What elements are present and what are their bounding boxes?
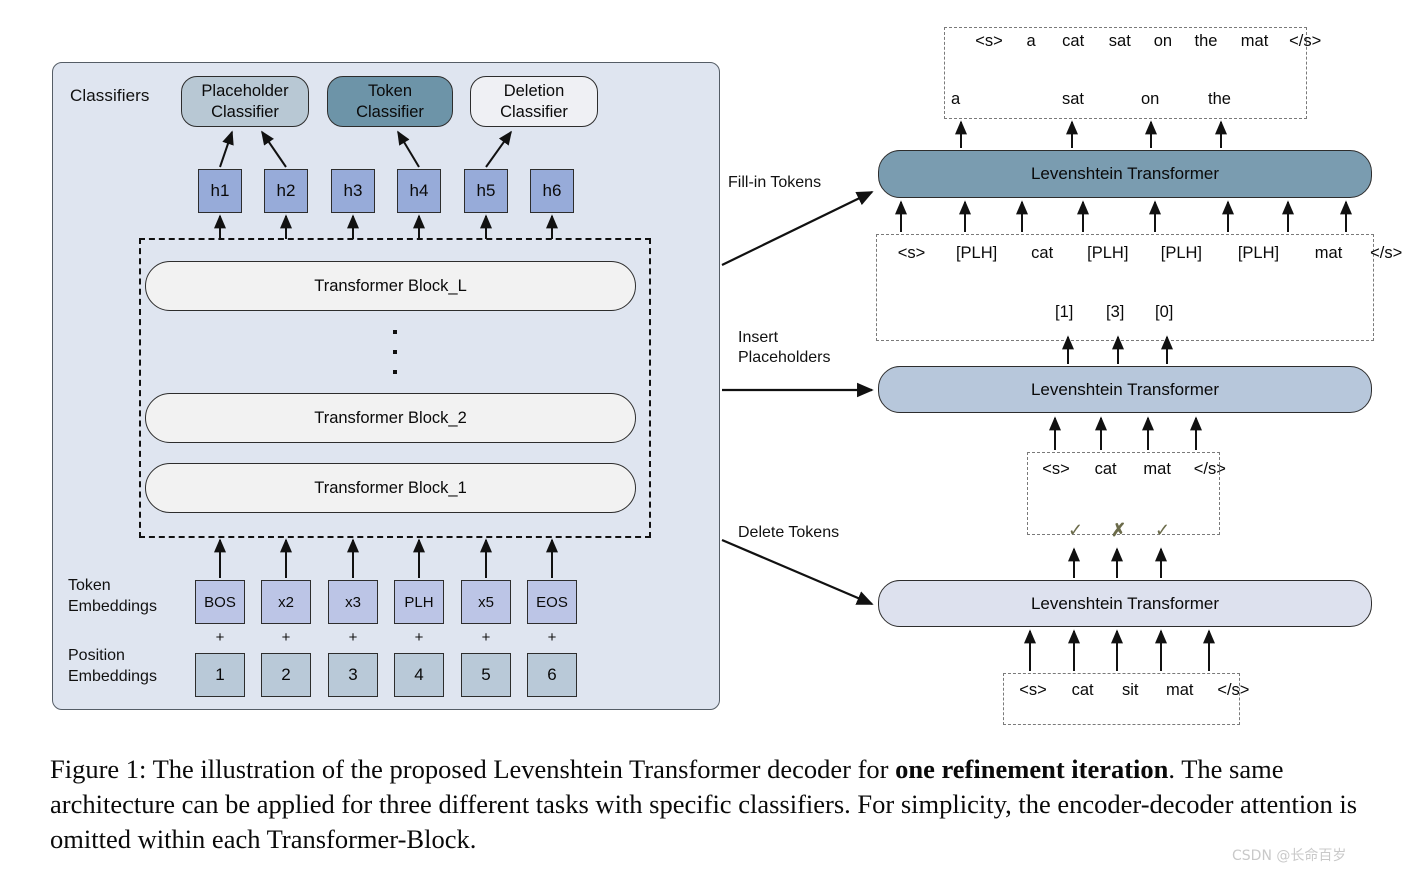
token-classifier-box[interactable]: Token Classifier	[327, 76, 453, 127]
csdn-watermark: CSDN @长命百岁	[1232, 848, 1347, 864]
caption-bold-phrase: one refinement iteration	[895, 754, 1169, 784]
token-embeddings-label: Token Embeddings	[68, 576, 193, 618]
position-embedding-4[interactable]: 5	[461, 653, 511, 697]
placeholder-classifier-line2: Classifier	[211, 102, 279, 121]
out-tok-0: <s>	[975, 32, 1003, 50]
source-input-sequence: <s> cat sit mat </s>	[1010, 681, 1258, 700]
insert-placeholders-label-line2: Placeholders	[738, 349, 831, 367]
deletion-decision-1: ✗	[1111, 520, 1127, 540]
position-embedding-5[interactable]: 6	[527, 653, 577, 697]
caption-prefix: Figure 1:	[50, 754, 147, 784]
out-tok-7: </s>	[1289, 32, 1322, 50]
deletion-classifier-box[interactable]: Deletion Classifier	[470, 76, 598, 127]
src-tok-1: cat	[1071, 681, 1094, 699]
token-embedding-1[interactable]: x2	[261, 580, 311, 624]
plh-tok-3: [PLH]	[1087, 244, 1129, 262]
src-tok-4: </s>	[1217, 681, 1250, 699]
classifiers-label: Classifiers	[70, 86, 150, 105]
token-embeddings-label-line1: Token	[68, 577, 111, 594]
final-output-sequence: <s> a cat sat on the mat </s>	[968, 32, 1328, 51]
ins-tok-0: <s>	[1042, 460, 1070, 478]
plus-sign-3: +	[414, 629, 424, 646]
token-embedding-4[interactable]: x5	[461, 580, 511, 624]
figure-canvas: Classifiers Placeholder Classifier Token…	[0, 0, 1409, 874]
token-embedding-0[interactable]: BOS	[195, 580, 245, 624]
transformer-block-2[interactable]: Transformer Block_2	[145, 393, 636, 443]
plus-sign-4: +	[481, 629, 491, 646]
src-tok-3: mat	[1166, 681, 1194, 699]
hidden-state-h2[interactable]: h2	[264, 169, 308, 213]
placeholder-count-0: [1]	[1055, 303, 1074, 321]
hidden-state-h5[interactable]: h5	[464, 169, 508, 213]
position-embeddings-label: Position Embeddings	[68, 646, 193, 688]
token-embedding-3[interactable]: PLH	[394, 580, 444, 624]
deletion-decision-2: ✓	[1155, 520, 1171, 540]
predicted-token-3: the	[1208, 90, 1231, 108]
out-tok-3: sat	[1108, 32, 1131, 50]
token-embedding-5[interactable]: EOS	[527, 580, 577, 624]
plh-tok-4: [PLH]	[1160, 244, 1203, 262]
position-embedding-0[interactable]: 1	[195, 653, 245, 697]
plus-sign-2: +	[348, 629, 358, 646]
levenshtein-transformer-insert[interactable]: Levenshtein Transformer	[878, 366, 1372, 413]
placeholder-classifier-box[interactable]: Placeholder Classifier	[181, 76, 309, 127]
deletion-classifier-line2: Classifier	[500, 102, 568, 121]
caption-part1: The illustration of the proposed Levensh…	[146, 754, 896, 784]
hidden-state-h3[interactable]: h3	[331, 169, 375, 213]
ins-tok-2: mat	[1143, 460, 1171, 478]
plh-input-sequence: <s> [PLH] cat [PLH] [PLH] [PLH] mat </s>	[884, 244, 1409, 263]
plus-sign-0: +	[215, 629, 225, 646]
transformer-block-1[interactable]: Transformer Block_1	[145, 463, 636, 513]
deletion-classifier-line1: Deletion	[503, 81, 565, 100]
plh-tok-0: <s>	[897, 244, 926, 262]
transformer-block-L[interactable]: Transformer Block_L	[145, 261, 636, 311]
position-embeddings-label-line1: Position	[68, 647, 125, 664]
position-embedding-2[interactable]: 3	[328, 653, 378, 697]
out-tok-4: on	[1153, 32, 1173, 50]
plh-tok-1: [PLH]	[955, 244, 998, 262]
out-tok-2: cat	[1062, 32, 1085, 50]
plh-tok-7: </s>	[1370, 244, 1403, 262]
predicted-token-0: a	[951, 90, 961, 108]
src-tok-2: sit	[1121, 681, 1139, 699]
token-embedding-2[interactable]: x3	[328, 580, 378, 624]
deletion-decision-0: ✓	[1068, 520, 1084, 540]
predicted-token-2: on	[1141, 90, 1160, 108]
plh-tok-6: mat	[1314, 244, 1343, 262]
predicted-token-1: sat	[1062, 90, 1085, 108]
figure-caption: Figure 1: The illustration of the propos…	[50, 752, 1380, 857]
plus-sign-1: +	[281, 629, 291, 646]
hidden-state-h6[interactable]: h6	[530, 169, 574, 213]
insert-placeholders-label: Insert Placeholders	[738, 328, 858, 369]
insert-placeholders-label-line1: Insert	[738, 329, 779, 346]
insert-input-sequence: <s> cat mat </s>	[1034, 460, 1234, 479]
token-embeddings-label-line2: Embeddings	[68, 597, 157, 615]
out-tok-1: a	[1026, 32, 1036, 50]
plus-sign-5: +	[547, 629, 557, 646]
placeholder-count-1: [3]	[1106, 303, 1125, 321]
hidden-state-h1[interactable]: h1	[198, 169, 242, 213]
placeholder-classifier-line1: Placeholder	[201, 81, 289, 100]
placeholder-count-2: [0]	[1155, 303, 1174, 321]
ins-tok-3: </s>	[1193, 460, 1226, 478]
token-classifier-line2: Classifier	[356, 102, 424, 121]
position-embeddings-label-line2: Embeddings	[68, 667, 157, 685]
ins-tok-1: cat	[1094, 460, 1117, 478]
plh-tok-5: [PLH]	[1237, 244, 1280, 262]
fill-in-tokens-label: Fill-in Tokens	[728, 174, 822, 191]
plh-tok-2: cat	[1031, 244, 1054, 262]
position-embedding-3[interactable]: 4	[394, 653, 444, 697]
levenshtein-transformer-fill-in[interactable]: Levenshtein Transformer	[878, 150, 1372, 198]
vertical-ellipsis-icon	[388, 330, 402, 374]
hidden-state-h4[interactable]: h4	[397, 169, 441, 213]
out-tok-5: the	[1194, 32, 1218, 50]
token-classifier-line1: Token	[367, 81, 413, 100]
src-tok-0: <s>	[1019, 681, 1047, 699]
levenshtein-transformer-delete[interactable]: Levenshtein Transformer	[878, 580, 1372, 627]
out-tok-6: mat	[1240, 32, 1269, 50]
position-embedding-1[interactable]: 2	[261, 653, 311, 697]
delete-tokens-label: Delete Tokens	[738, 524, 840, 541]
